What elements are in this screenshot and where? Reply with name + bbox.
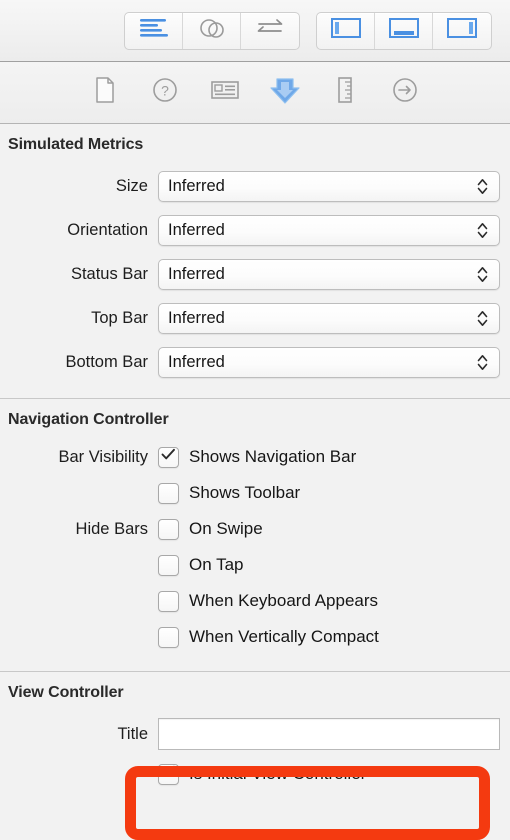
orientation-popup-value: Inferred [168, 220, 225, 239]
simulated-metrics-section: Simulated Metrics Size Inferred Orientat… [0, 124, 510, 384]
label-status-bar: Status Bar [70, 264, 148, 283]
hide-bars-on-swipe-checkbox[interactable] [158, 518, 179, 540]
navigation-controller-section: Navigation Controller Bar Visibility Sho… [0, 399, 510, 655]
row-hide-bars-vertically-compact: When Vertically Compact [0, 619, 510, 655]
size-popup-value: Inferred [168, 176, 225, 195]
swap-arrows-icon [255, 17, 285, 44]
ruler-icon [335, 76, 355, 109]
hide-bars-when-keyboard-appears-label: When Keyboard Appears [189, 591, 379, 610]
down-arrow-icon [269, 74, 301, 111]
panel-toggle-segmented-control[interactable] [316, 11, 492, 50]
align-lines-icon [139, 17, 169, 44]
hide-bars-on-tap-checkbox[interactable] [158, 554, 179, 576]
arrow-circle-icon [391, 76, 419, 109]
row-title: Title [0, 712, 510, 756]
bottom-bar-popup-button[interactable]: Inferred [158, 346, 500, 378]
navigation-controller-header: Navigation Controller [8, 411, 169, 428]
shows-navigation-bar-checkbox[interactable] [158, 446, 179, 468]
tab-attributes-inspector[interactable] [268, 76, 302, 110]
row-hide-bars-keyboard: When Keyboard Appears [0, 583, 510, 619]
row-hide-bars-on-tap: On Tap [0, 547, 510, 583]
chevron-updown-icon [471, 266, 493, 283]
tab-quick-help[interactable]: ? [148, 76, 182, 110]
simulated-metrics-header: Simulated Metrics [8, 136, 144, 153]
editor-toolbar [0, 0, 510, 62]
view-controller-section: View Controller Title Is Initial View Co… [0, 672, 510, 792]
overlapping-circles-icon [198, 17, 226, 44]
tab-size-inspector[interactable] [328, 76, 362, 110]
svg-text:?: ? [161, 83, 169, 99]
hide-bars-when-vertically-compact-label: When Vertically Compact [189, 627, 379, 646]
orientation-popup-button[interactable]: Inferred [158, 214, 500, 246]
shows-toolbar-label: Shows Toolbar [189, 483, 301, 502]
hide-bars-when-keyboard-appears-checkbox[interactable] [158, 590, 179, 612]
inspector-tab-bar: ? [0, 62, 510, 124]
row-bar-visibility-toolbar: Shows Toolbar [0, 475, 510, 511]
is-initial-view-controller-label: Is Initial View Controller [189, 764, 367, 783]
editor-mode-segmented-control[interactable] [124, 11, 300, 50]
question-circle-icon: ? [151, 76, 179, 109]
bottom-bar-popup-value: Inferred [168, 352, 225, 371]
row-hide-bars-on-swipe: Hide Bars On Swipe [0, 511, 510, 547]
row-is-initial-view-controller: Is Initial View Controller [0, 756, 510, 792]
row-orientation: Orientation Inferred [0, 208, 510, 252]
hide-bars-on-swipe-label: On Swipe [189, 519, 263, 538]
row-bottom-bar: Bottom Bar Inferred [0, 340, 510, 384]
is-initial-view-controller-checkbox[interactable] [158, 763, 179, 785]
tab-connections-inspector[interactable] [388, 76, 422, 110]
right-panel-icon [446, 16, 478, 45]
chevron-updown-icon [471, 310, 493, 327]
toggle-utilities-button[interactable] [433, 13, 491, 49]
label-size: Size [115, 176, 148, 195]
size-popup-button[interactable]: Inferred [158, 170, 500, 202]
label-bottom-bar: Bottom Bar [65, 352, 148, 371]
toggle-debug-area-button[interactable] [375, 12, 433, 49]
id-card-icon [210, 78, 240, 107]
toggle-navigator-button[interactable] [317, 12, 375, 49]
status-bar-popup-value: Inferred [168, 264, 225, 283]
label-hide-bars: Hide Bars [75, 519, 148, 538]
label-bar-visibility: Bar Visibility [58, 447, 148, 466]
row-bar-visibility-nav-bar: Bar Visibility Shows Navigation Bar [0, 439, 510, 475]
top-bar-popup-button[interactable]: Inferred [158, 302, 500, 334]
title-input[interactable] [158, 718, 500, 750]
align-editor-button[interactable] [125, 12, 183, 49]
chevron-updown-icon [471, 178, 493, 195]
row-status-bar: Status Bar Inferred [0, 252, 510, 296]
assistant-editor-button[interactable] [183, 12, 241, 49]
version-editor-button[interactable] [241, 13, 299, 49]
view-controller-header: View Controller [8, 684, 124, 701]
row-size: Size Inferred [0, 164, 510, 208]
tab-file-inspector[interactable] [88, 76, 122, 110]
chevron-updown-icon [471, 354, 493, 371]
document-icon [93, 76, 117, 109]
left-panel-icon [330, 16, 362, 45]
top-bar-popup-value: Inferred [168, 308, 225, 327]
shows-navigation-bar-label: Shows Navigation Bar [189, 447, 357, 466]
tab-identity-inspector[interactable] [208, 76, 242, 110]
hide-bars-on-tap-label: On Tap [189, 555, 244, 574]
checkmark-icon [161, 765, 176, 783]
status-bar-popup-button[interactable]: Inferred [158, 258, 500, 290]
row-top-bar: Top Bar Inferred [0, 296, 510, 340]
chevron-updown-icon [471, 222, 493, 239]
label-orientation: Orientation [67, 220, 148, 239]
checkmark-icon [161, 448, 176, 466]
label-title: Title [117, 724, 148, 743]
shows-toolbar-checkbox[interactable] [158, 482, 179, 504]
hide-bars-when-vertically-compact-checkbox[interactable] [158, 626, 179, 648]
bottom-panel-icon [388, 16, 420, 45]
label-top-bar: Top Bar [91, 308, 148, 327]
